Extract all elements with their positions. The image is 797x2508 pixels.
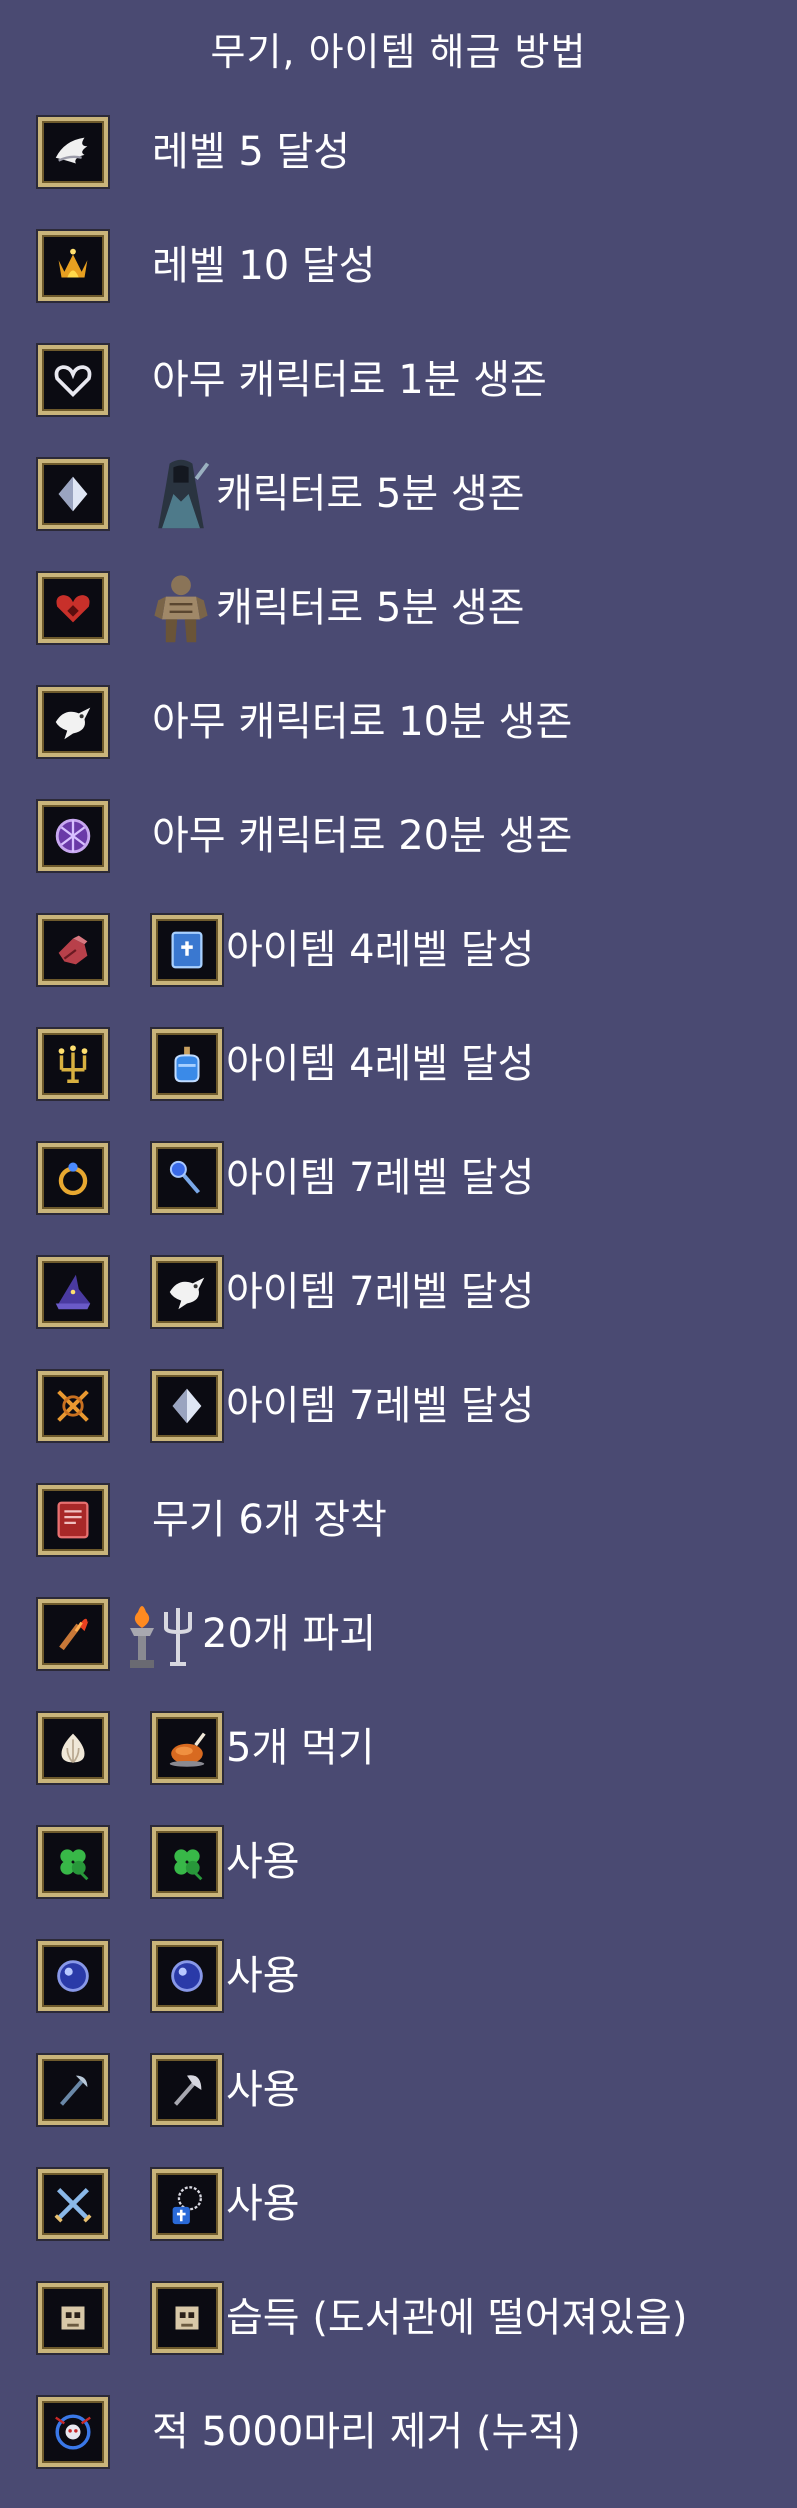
unlock-row: 아이템 7레벨 달성 bbox=[38, 1138, 534, 1218]
blue-book-icon bbox=[152, 915, 222, 985]
gauntlet-icon bbox=[38, 915, 108, 985]
fire-wand-icon bbox=[38, 1599, 108, 1669]
unlock-text: 아이템 4레벨 달성 bbox=[226, 1041, 535, 1087]
axe-icon bbox=[38, 2055, 108, 2125]
unlock-text: 캐릭터로 5분 생존 bbox=[216, 585, 525, 631]
unlock-text: 아이템 7레벨 달성 bbox=[226, 1383, 535, 1429]
red-tome-icon bbox=[38, 1485, 108, 1555]
unlock-row: 레벨 5 달성 bbox=[38, 112, 350, 192]
clover-icon bbox=[152, 1827, 222, 1897]
unlock-text: 무기 6개 장착 bbox=[152, 1497, 387, 1543]
unlock-text: 아이템 7레벨 달성 bbox=[226, 1155, 535, 1201]
wings-icon bbox=[38, 117, 108, 187]
unlock-row: 적 5000마리 제거 (누적) bbox=[38, 2392, 581, 2472]
purple-orb-icon bbox=[38, 801, 108, 871]
chaos-skull-icon bbox=[38, 2397, 108, 2467]
unlock-row: 아무 캐릭터로 20분 생존 bbox=[38, 796, 572, 876]
candelabra-icon bbox=[38, 1029, 108, 1099]
unlock-text: 아이템 7레벨 달성 bbox=[226, 1269, 535, 1315]
unlock-row: 아이템 4레벨 달성 bbox=[38, 1024, 534, 1104]
crown-flame-icon bbox=[38, 231, 108, 301]
unlock-text: 아이템 4레벨 달성 bbox=[226, 927, 535, 973]
unlock-text: 사용 bbox=[226, 2181, 300, 2227]
unlock-row: 아이템 7레벨 달성 bbox=[38, 1252, 534, 1332]
skull-box-icon bbox=[152, 2283, 222, 2353]
crossed-swords-icon bbox=[38, 2169, 108, 2239]
heart-outline-icon bbox=[38, 345, 108, 415]
unlock-row: 아이템 7레벨 달성 bbox=[38, 1366, 534, 1446]
roast-chicken-icon bbox=[152, 1713, 222, 1783]
unlock-text: 레벨 10 달성 bbox=[152, 243, 376, 289]
page-title: 무기, 아이템 해금 방법 bbox=[210, 30, 587, 74]
unlock-row: 사용 bbox=[38, 1936, 300, 2016]
unlock-text: 습득 (도서관에 떨어져있음) bbox=[226, 2295, 688, 2341]
unlock-text: 사용 bbox=[226, 1953, 300, 1999]
wizard-hat-icon bbox=[38, 1257, 108, 1327]
hooded-character-sprite bbox=[146, 456, 216, 532]
unlock-row: 사용 bbox=[38, 1822, 300, 1902]
unlock-text: 캐릭터로 5분 생존 bbox=[216, 471, 525, 517]
mummy-character-sprite bbox=[146, 570, 216, 646]
red-heart-icon bbox=[38, 573, 108, 643]
blue-orb-icon bbox=[38, 1941, 108, 2011]
brazier-candelabra-sprite bbox=[122, 1596, 202, 1672]
unlock-row: 아무 캐릭터로 1분 생존 bbox=[38, 340, 547, 420]
unlock-text: 사용 bbox=[226, 2067, 300, 2113]
diamond-icon bbox=[152, 1371, 222, 1441]
unlock-text: 아무 캐릭터로 20분 생존 bbox=[152, 813, 573, 859]
cross-sigil-icon bbox=[38, 1371, 108, 1441]
rosary-icon bbox=[152, 2169, 222, 2239]
magic-wand-icon bbox=[152, 1143, 222, 1213]
unlock-row: 캐릭터로 5분 생존 bbox=[38, 454, 524, 534]
unlock-row: 5개 먹기 bbox=[38, 1708, 375, 1788]
dove-icon bbox=[152, 1257, 222, 1327]
unlock-row: 습득 (도서관에 떨어져있음) bbox=[38, 2278, 687, 2358]
dove-icon bbox=[38, 687, 108, 757]
unlock-row: 무기 6개 장착 bbox=[38, 1480, 387, 1560]
unlock-row: 사용 bbox=[38, 2050, 300, 2130]
unlock-text: 아무 캐릭터로 1분 생존 bbox=[152, 357, 547, 403]
blue-potion-icon bbox=[152, 1029, 222, 1099]
clover-icon bbox=[38, 1827, 108, 1897]
axe-icon bbox=[152, 2055, 222, 2125]
unlock-text: 사용 bbox=[226, 1839, 300, 1885]
blue-orb-icon bbox=[152, 1941, 222, 2011]
unlock-row: 캐릭터로 5분 생존 bbox=[38, 568, 524, 648]
unlock-row: 아이템 4레벨 달성 bbox=[38, 910, 534, 990]
garlic-icon bbox=[38, 1713, 108, 1783]
unlock-row: 레벨 10 달성 bbox=[38, 226, 376, 306]
unlock-text: 20개 파괴 bbox=[202, 1611, 377, 1657]
unlock-text: 5개 먹기 bbox=[226, 1725, 375, 1771]
skull-box-icon bbox=[38, 2283, 108, 2353]
diamond-icon bbox=[38, 459, 108, 529]
unlock-text: 적 5000마리 제거 (누적) bbox=[152, 2409, 581, 2455]
unlock-row: 아무 캐릭터로 10분 생존 bbox=[38, 682, 572, 762]
ring-icon bbox=[38, 1143, 108, 1213]
unlock-text: 레벨 5 달성 bbox=[152, 129, 351, 175]
unlock-row: 20개 파괴 bbox=[38, 1594, 376, 1674]
unlock-row: 사용 bbox=[38, 2164, 300, 2244]
unlock-text: 아무 캐릭터로 10분 생존 bbox=[152, 699, 573, 745]
